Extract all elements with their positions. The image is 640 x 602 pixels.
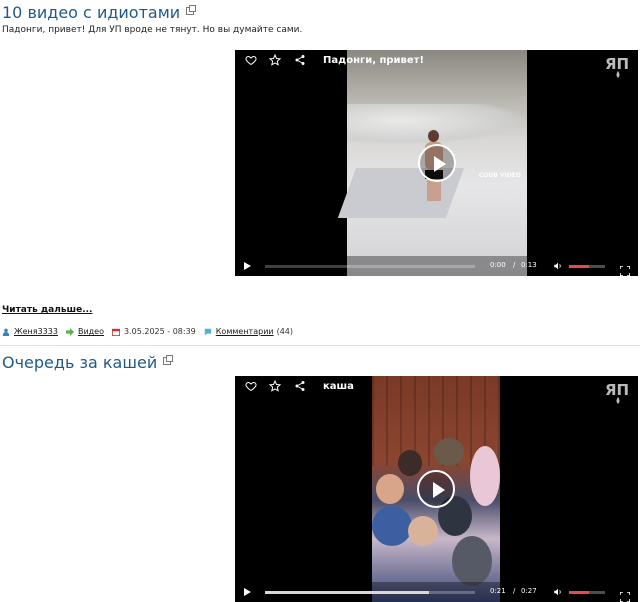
comments-count: (44) [276,327,294,336]
video-title[interactable]: Падонги, привет! [323,55,424,66]
post-title[interactable]: Очередь за кашей [2,353,174,372]
time-separator: / [513,261,516,269]
heart-icon[interactable] [243,54,259,70]
play-icon[interactable] [244,262,251,270]
video-player[interactable]: каша ЯП 0:21 / 0:27 [235,376,638,602]
fullscreen-icon[interactable] [619,261,631,276]
player-controls: 0:00 / 0:13 [235,256,638,276]
post-title[interactable]: 10 видео с идиотами [2,3,197,22]
post-1: 10 видео с идиотами Падонги, привет! Для… [0,0,640,345]
video-title[interactable]: каша [323,381,354,392]
time-duration: 0:27 [521,587,537,595]
comments-link[interactable]: Комментарии [216,327,274,336]
volume-icon[interactable] [553,587,563,597]
time-duration: 0:13 [521,261,537,269]
volume-slider[interactable] [569,265,605,268]
volume-icon[interactable] [553,261,563,271]
progress-bar[interactable] [265,265,475,268]
comment-icon [204,328,211,335]
volume-fill [569,265,589,268]
share-icon[interactable] [292,54,308,70]
play-button-center[interactable] [418,144,456,182]
read-more-link[interactable]: Читать дальше... [2,305,92,315]
share-icon[interactable] [292,380,308,396]
post-title-text[interactable]: 10 видео с идиотами [2,3,180,22]
video-watermark: COUB VIDEO [478,172,521,180]
arrow-icon [65,327,74,336]
post-2: Очередь за кашей каша ЯП 0:21 / 0:27 [0,346,640,602]
video-player[interactable]: COUB VIDEO Падонги, привет! ЯП 0:00 / 0:… [235,50,638,276]
play-button-center[interactable] [417,470,455,508]
author-link[interactable]: Женя3333 [14,327,58,336]
player-top-bar: каша ЯП [235,376,638,404]
post-date: 3.05.2025 - 08:39 [124,327,196,336]
star-icon[interactable] [267,53,283,70]
time-separator: / [513,587,516,595]
post-intro: Падонги, привет! Для УП вроде не тянут. … [2,25,303,35]
volume-fill [569,591,589,594]
fullscreen-icon[interactable] [619,587,631,602]
post-title-text[interactable]: Очередь за кашей [2,353,157,372]
external-link-icon[interactable] [186,5,197,15]
site-logo-icon[interactable]: ЯП [604,54,632,80]
time-current: 0:00 [490,261,506,269]
play-icon[interactable] [244,588,251,596]
category-link[interactable]: Видео [78,327,104,336]
player-top-bar: Падонги, привет! ЯП [235,50,638,78]
progress-fill [265,591,429,594]
svg-text:ЯП: ЯП [605,55,629,73]
site-logo-icon[interactable]: ЯП [604,380,632,406]
player-controls: 0:21 / 0:27 [235,582,638,602]
user-icon [2,328,10,336]
volume-slider[interactable] [569,591,605,594]
progress-bar[interactable] [265,591,475,594]
calendar-icon [112,328,120,336]
post-meta: Женя3333 Видео 3.05.2025 - 08:39 Коммент… [2,327,293,336]
heart-icon[interactable] [243,380,259,396]
external-link-icon[interactable] [163,355,174,365]
time-current: 0:21 [490,587,506,595]
star-icon[interactable] [267,379,283,396]
svg-text:ЯП: ЯП [605,381,629,399]
